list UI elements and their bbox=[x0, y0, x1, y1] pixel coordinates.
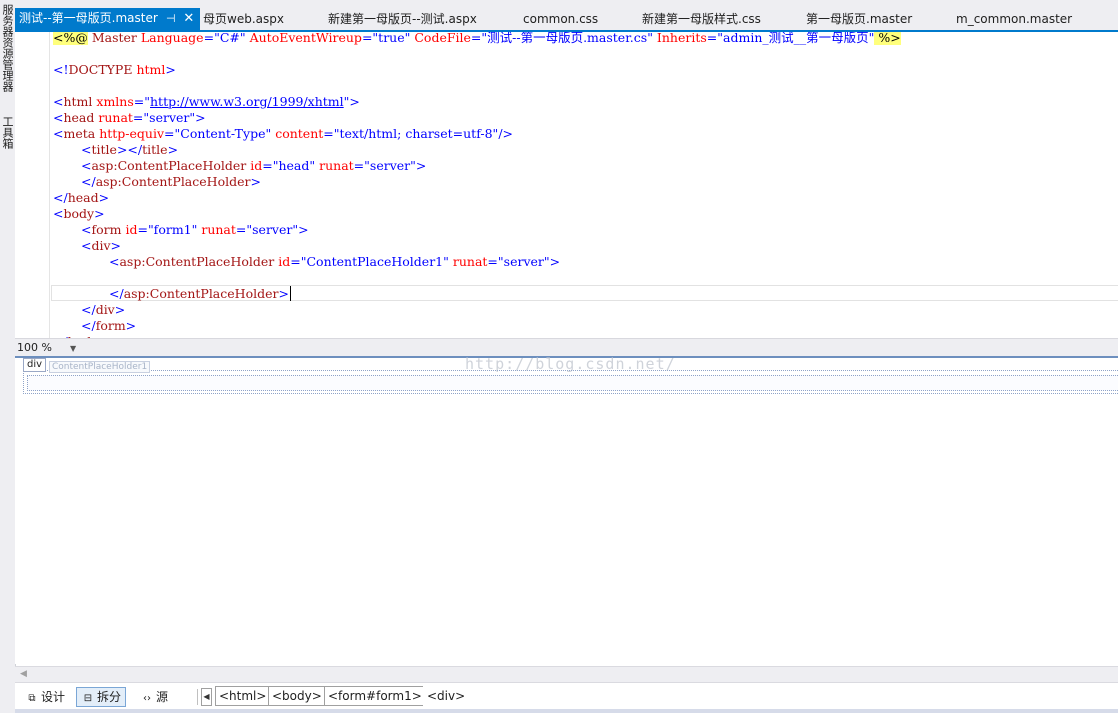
code-line-6: <head runat="server"> bbox=[53, 110, 206, 125]
tab-label: 母页web.aspx bbox=[203, 12, 284, 26]
pin-icon[interactable]: ⊣ bbox=[164, 8, 178, 29]
content-placeholder-label: ContentPlaceHolder1 bbox=[49, 361, 151, 373]
document-tab-strip: 测试--第一母版页.master ⊣ ✕ 母页web.aspx 新建第一母版页--测… bbox=[15, 0, 1118, 30]
code-line-3: <!DOCTYPE html> bbox=[53, 62, 176, 77]
toolbar-divider bbox=[197, 689, 198, 705]
tab-label: 新建第一母版样式.css bbox=[642, 12, 761, 26]
code-line-18: </div> bbox=[81, 302, 126, 317]
zoom-dropdown[interactable]: 100 % ▼ bbox=[17, 340, 76, 355]
code-line-8: <title></title> bbox=[81, 142, 179, 157]
zoom-bar: 100 % ▼ bbox=[15, 338, 1118, 356]
editor-gutter bbox=[15, 32, 50, 338]
code-line-17: </asp:ContentPlaceHolder> bbox=[109, 286, 291, 301]
tab-first-master[interactable]: 第一母版页.master bbox=[806, 10, 912, 30]
tab-mother-web-aspx[interactable]: 母页web.aspx bbox=[203, 10, 284, 30]
breadcrumb-body[interactable]: <body> bbox=[268, 686, 326, 706]
code-line-5: <html xmlns="http://www.w3.org/1999/xhtm… bbox=[53, 94, 360, 109]
source-view-icon: ‹› bbox=[143, 693, 151, 704]
tab-label: m_common.master bbox=[956, 12, 1073, 26]
code-line-19: </form> bbox=[81, 318, 137, 333]
code-line-7: <meta http-equiv="Content-Type" content=… bbox=[53, 126, 513, 141]
source-code-editor[interactable]: <%@ Master Language="C#" AutoEventWireup… bbox=[15, 32, 1118, 338]
close-icon[interactable]: ✕ bbox=[182, 8, 196, 29]
chevron-down-icon: ▼ bbox=[69, 344, 77, 353]
scroll-left-icon[interactable]: ◀ bbox=[20, 669, 27, 679]
left-tool-rail: 服务器资源管理器 工具箱 bbox=[0, 0, 16, 713]
source-view-button[interactable]: ‹› 源 bbox=[136, 687, 172, 707]
breadcrumb-back-icon[interactable]: ◀ bbox=[201, 688, 212, 706]
tab-common-css[interactable]: common.css bbox=[523, 10, 598, 30]
split-view-icon: ⊟ bbox=[83, 693, 93, 704]
tab-test-master[interactable]: 测试--第一母版页.master ⊣ ✕ bbox=[15, 8, 200, 30]
breadcrumb-div[interactable]: <div> bbox=[423, 686, 470, 706]
code-line-15: <asp:ContentPlaceHolder id="ContentPlace… bbox=[109, 254, 561, 269]
split-view-button[interactable]: ⊟ 拆分 bbox=[76, 687, 127, 707]
tab-label: 新建第一母版页--测试.aspx bbox=[328, 12, 477, 26]
tab-new-master-test-aspx[interactable]: 新建第一母版页--测试.aspx bbox=[328, 10, 477, 30]
horizontal-scrollbar[interactable]: ◀ bbox=[15, 666, 1118, 683]
tab-new-master-style-css[interactable]: 新建第一母版样式.css bbox=[642, 10, 761, 30]
server-explorer-tab[interactable]: 服务器资源管理器 bbox=[0, 4, 15, 92]
design-surface[interactable]: http://blog.csdn.net/ div ContentPlaceHo… bbox=[15, 355, 1118, 664]
tab-label: common.css bbox=[523, 12, 599, 26]
toolbox-tab[interactable]: 工具箱 bbox=[0, 116, 15, 149]
split-view-label: 拆分 bbox=[97, 690, 122, 704]
tab-label: 测试--第一母版页.master bbox=[19, 11, 158, 25]
code-line-13: <form id="form1" runat="server"> bbox=[81, 222, 309, 237]
source-view-label: 源 bbox=[156, 690, 169, 704]
code-line-14: <div> bbox=[81, 238, 122, 253]
window-bottom-edge bbox=[15, 709, 1118, 713]
breadcrumb-html[interactable]: <html> bbox=[215, 686, 271, 706]
code-line-10: </asp:ContentPlaceHolder> bbox=[81, 174, 261, 189]
text-cursor bbox=[289, 286, 291, 301]
tab-m-common-master[interactable]: m_common.master bbox=[956, 10, 1072, 30]
design-view-label: 设计 bbox=[41, 690, 66, 704]
div-tag-label[interactable]: div bbox=[23, 358, 47, 372]
content-placeholder-region[interactable] bbox=[27, 375, 1118, 391]
code-line-11: </head> bbox=[53, 190, 110, 205]
design-view-button[interactable]: ⧉ 设计 bbox=[21, 687, 69, 707]
code-line-12: <body> bbox=[53, 206, 105, 221]
zoom-value: 100 % bbox=[17, 341, 52, 354]
breadcrumb-form[interactable]: <form#form1> bbox=[324, 686, 426, 706]
code-line-1: <%@ Master Language="C#" AutoEventWireup… bbox=[53, 32, 901, 45]
design-view-icon: ⧉ bbox=[28, 693, 36, 704]
code-line-9: <asp:ContentPlaceHolder id="head" runat=… bbox=[81, 158, 427, 173]
tab-label: 第一母版页.master bbox=[806, 12, 913, 26]
